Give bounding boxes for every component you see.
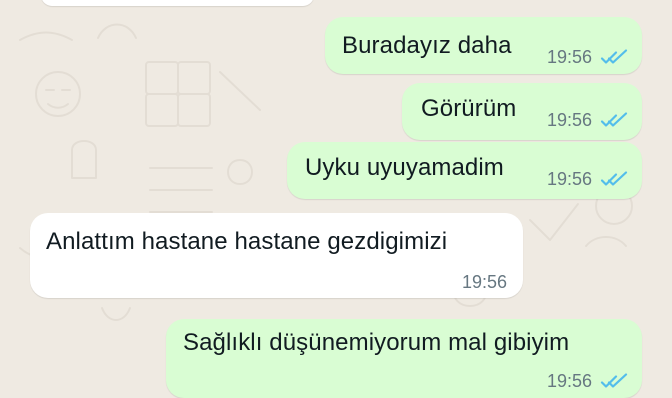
message-meta: 19:56 xyxy=(547,47,628,67)
chat-thread: Buradayız daha 19:56 Görürüm 19:56 Uyku … xyxy=(0,0,672,398)
message-text: Uyku uyuyamadim xyxy=(305,154,504,181)
message-bubble-outgoing[interactable]: Uyku uyuyamadim 19:56 xyxy=(287,142,642,199)
double-check-icon xyxy=(600,111,628,129)
message-meta: 19:56 xyxy=(462,272,507,292)
double-check-icon xyxy=(600,48,628,66)
message-time: 19:56 xyxy=(546,169,592,189)
message-bubble-outgoing[interactable]: Görürüm 19:56 xyxy=(402,83,642,140)
message-meta: 19:56 xyxy=(547,110,628,130)
message-time: 19:56 xyxy=(546,110,592,130)
double-check-icon xyxy=(600,170,628,188)
message-text: Sağlıklı düşünemiyorum mal gibiyim xyxy=(183,329,570,356)
message-time: 19:56 xyxy=(546,371,592,391)
message-bubble-outgoing[interactable]: Sağlıklı düşünemiyorum mal gibiyim 19:56 xyxy=(166,319,642,398)
double-check-icon xyxy=(600,372,628,390)
message-bubble-outgoing[interactable]: Buradayız daha 19:56 xyxy=(325,17,642,74)
message-meta: 19:56 xyxy=(547,169,628,189)
message-time: 19:56 xyxy=(546,47,592,67)
message-bubble-incoming[interactable]: Anlattım hastane hastane gezdigimizi 19:… xyxy=(30,213,523,298)
message-text: Buradayız daha xyxy=(342,32,512,59)
message-text: Anlattım hastane hastane gezdigimizi xyxy=(46,228,448,255)
message-meta: 19:56 xyxy=(547,371,628,391)
message-time: 19:56 xyxy=(461,272,507,292)
message-text: Görürüm xyxy=(421,95,517,122)
